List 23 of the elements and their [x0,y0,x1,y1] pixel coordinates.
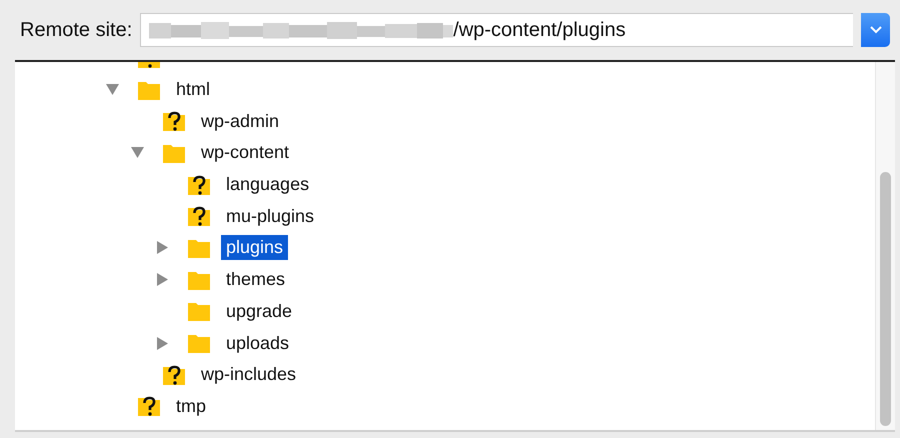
folder-name[interactable]: plugins [221,235,288,260]
expand-arrow-icon[interactable] [156,273,168,286]
folder-name[interactable]: uploads [221,330,294,356]
folder-name[interactable]: wp-includes [196,362,302,388]
folder-name[interactable]: tmp [171,394,212,419]
folder-name[interactable]: wp-admin [196,108,284,134]
scrollbar-thumb[interactable] [880,172,891,426]
expand-arrow-icon[interactable] [156,336,168,350]
folder-name[interactable]: upgrade [221,298,298,324]
folder-icon [187,300,211,322]
remote-site-label: Remote site: [20,18,132,42]
folder-name[interactable]: themes [221,267,290,292]
folder-name[interactable]: wp-content [196,140,294,166]
expand-arrow-icon[interactable] [156,241,168,254]
expand-arrow-icon[interactable] [130,146,144,160]
folder-name[interactable]: mu-plugins [221,204,320,229]
expand-arrow-icon[interactable] [106,83,118,96]
folder-name[interactable]: languages [221,172,314,198]
folder-name[interactable]: html [171,77,216,102]
path-field[interactable]: /wp-content/plugins [140,13,853,47]
folder-icon [187,332,211,354]
dropdown-button[interactable] [861,13,890,47]
chevron-down-icon [870,26,882,34]
